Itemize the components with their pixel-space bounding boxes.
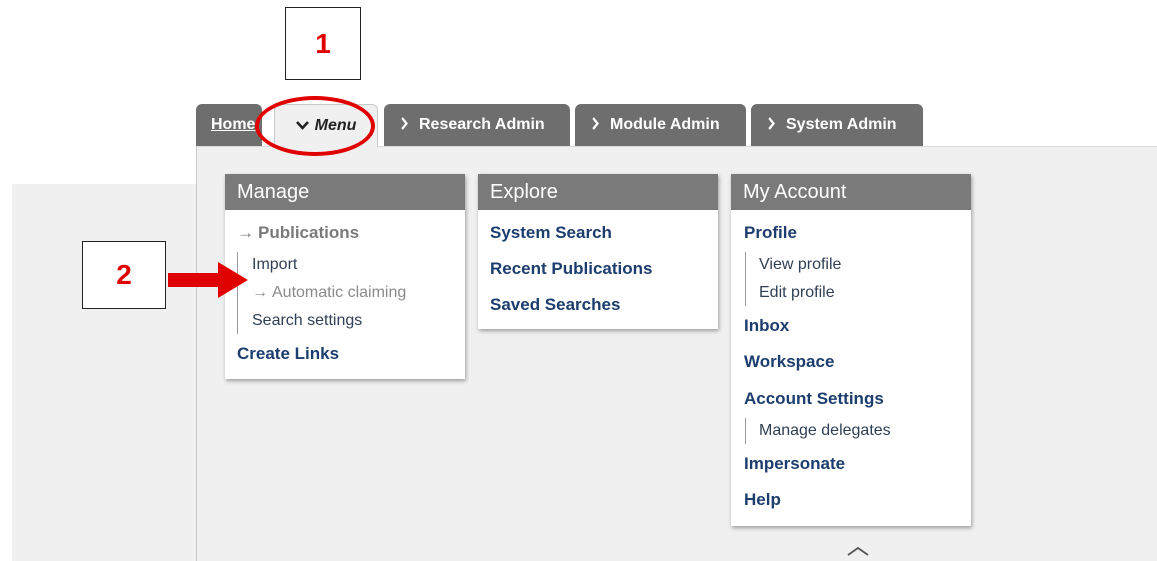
my-account-panel: My Account Profile View profile Edit pro… bbox=[731, 174, 971, 526]
collapse-caret-icon[interactable] bbox=[846, 544, 870, 561]
tab-research-admin[interactable]: Research Admin bbox=[384, 104, 570, 146]
menu-item-workspace[interactable]: Workspace bbox=[744, 352, 834, 372]
menu-item-account-settings[interactable]: Account Settings bbox=[744, 389, 884, 409]
menu-item-profile[interactable]: Profile bbox=[744, 223, 797, 243]
tab-home[interactable]: Home bbox=[196, 104, 262, 146]
menu-item-manage-delegates[interactable]: Manage delegates bbox=[759, 422, 891, 440]
menu-item-help[interactable]: Help bbox=[744, 490, 781, 510]
menu-item-search-settings[interactable]: Search settings bbox=[252, 312, 362, 330]
menu-item-recent-publications[interactable]: Recent Publications bbox=[490, 259, 652, 279]
menu-item-system-search[interactable]: System Search bbox=[490, 223, 612, 243]
manage-panel: Manage → Publications Import → Automatic c… bbox=[225, 174, 465, 379]
explore-panel-title: Explore bbox=[478, 174, 718, 210]
tab-system-admin[interactable]: System Admin bbox=[751, 104, 923, 146]
menu-item-saved-searches[interactable]: Saved Searches bbox=[490, 295, 620, 315]
tab-home-label: Home bbox=[211, 116, 256, 133]
explore-panel: Explore System Search Recent Publication… bbox=[478, 174, 718, 329]
tab-system-admin-label: System Admin bbox=[786, 116, 897, 133]
menu-item-publications[interactable]: → Publications bbox=[237, 223, 359, 243]
tab-module-admin-label: Module Admin bbox=[610, 116, 720, 133]
submenu-divider bbox=[745, 418, 746, 444]
annotation-marker-1: 1 bbox=[285, 7, 361, 80]
annotation-marker-2: 2 bbox=[82, 241, 166, 309]
menu-item-create-links[interactable]: Create Links bbox=[237, 344, 339, 364]
menu-item-inbox[interactable]: Inbox bbox=[744, 316, 789, 336]
submenu-divider bbox=[745, 252, 746, 306]
chevron-right-icon bbox=[401, 116, 408, 134]
tab-research-admin-label: Research Admin bbox=[419, 116, 545, 133]
menu-item-automatic-claiming-label: Automatic claiming bbox=[272, 284, 407, 301]
menu-item-publications-label: Publications bbox=[258, 223, 360, 242]
my-account-panel-title: My Account bbox=[731, 174, 971, 210]
chevron-right-icon bbox=[768, 116, 775, 134]
menu-item-automatic-claiming[interactable]: → Automatic claiming bbox=[252, 284, 406, 302]
menu-item-impersonate[interactable]: Impersonate bbox=[744, 454, 845, 474]
menu-item-edit-profile[interactable]: Edit profile bbox=[759, 284, 835, 302]
annotation-circle bbox=[255, 96, 375, 156]
arrow-right-icon: → bbox=[252, 284, 268, 301]
arrow-right-icon: → bbox=[237, 223, 254, 242]
tab-module-admin[interactable]: Module Admin bbox=[575, 104, 746, 146]
annotation-arrow-icon bbox=[168, 260, 250, 305]
menu-item-import[interactable]: Import bbox=[252, 256, 297, 274]
manage-panel-title: Manage bbox=[225, 174, 465, 210]
menu-item-view-profile[interactable]: View profile bbox=[759, 256, 841, 274]
screenshot-stage: Home Menu Research Admin Module Admin Sy… bbox=[0, 0, 1157, 561]
chevron-right-icon bbox=[592, 116, 599, 134]
